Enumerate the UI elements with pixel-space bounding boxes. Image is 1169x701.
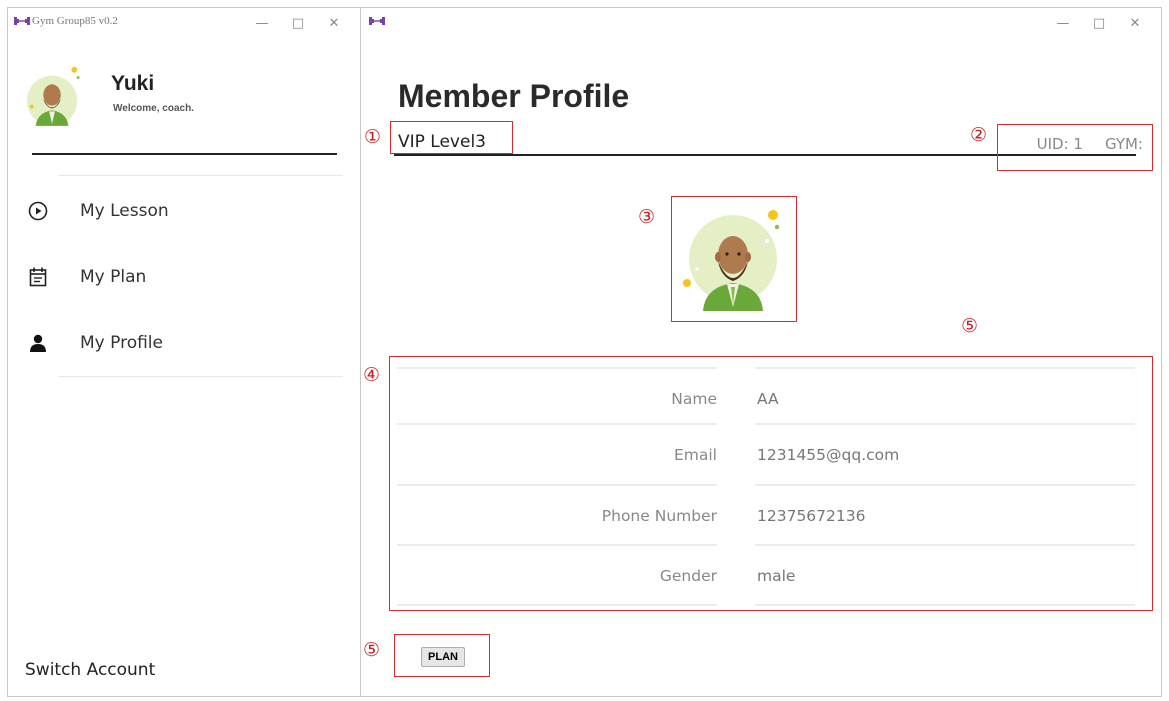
person-icon [26,331,50,355]
menu-item-label: My Profile [80,333,163,353]
menu-item-label: My Lesson [80,201,169,221]
menu-item-my-lesson[interactable]: My Lesson [22,189,342,233]
gym-label: GYM: [1104,135,1143,153]
row-divider [397,423,717,425]
header-divider [394,154,1136,156]
switch-account-link[interactable]: Switch Account [25,660,155,680]
row-divider [397,484,717,486]
minimize-button[interactable]: — [1045,12,1081,34]
menu-item-label: My Plan [80,267,147,287]
annotation-number-5b: ⑤ [363,639,381,661]
user-name: Yuki [111,72,155,95]
plan-button[interactable]: PLAN [413,640,473,674]
annotation-number-1: ① [364,126,382,148]
field-label: Email [673,446,717,464]
header-divider [32,153,337,155]
close-button[interactable]: ✕ [316,12,352,34]
field-label: Name [671,390,717,408]
vip-level-label: VIP Level3 [398,132,486,152]
annotation-number-3: ③ [638,206,656,228]
info-row-name: Name AA [397,367,1137,427]
maximize-button[interactable]: □ [1081,12,1117,34]
user-avatar [26,66,80,126]
menu-divider-bottom [58,376,343,377]
profile-avatar [683,210,780,311]
annotation-number-5: ⑤ [961,315,979,337]
row-divider [755,423,1135,425]
sidebar-window: Gym Group85 v0.2 — □ ✕ Yuki Welcome, coa… [7,7,360,697]
maximize-button[interactable]: □ [280,12,316,34]
info-row-gender: Gender male [397,544,1137,604]
info-row-phone: Phone Number 12375672136 [397,484,1137,544]
field-value: male [757,567,796,585]
row-divider [755,367,1135,369]
close-button[interactable]: ✕ [1117,12,1153,34]
menu-item-my-plan[interactable]: My Plan [22,255,342,299]
uid-gym-info: UID: 1 GYM: [1037,135,1143,153]
row-divider [755,484,1135,486]
row-divider [755,544,1135,546]
annotation-number-4: ④ [363,364,381,386]
minimize-button[interactable]: — [244,12,280,34]
row-divider [397,544,717,546]
profile-window: — □ ✕ Member Profile VIP Level3 UID: 1 G… [360,7,1162,697]
dumbbell-app-icon [369,17,385,25]
profile-titlebar: — □ ✕ [361,8,1161,38]
field-value: 12375672136 [757,507,866,525]
field-label: Phone Number [601,507,717,525]
window-controls: — □ ✕ [244,12,352,34]
row-divider [755,604,1135,606]
welcome-text: Welcome, coach. [113,103,194,114]
info-row-end [397,604,1137,608]
sidebar-titlebar: Gym Group85 v0.2 — □ ✕ [8,8,360,38]
plan-button-label: PLAN [421,647,465,667]
annotation-number-2: ② [970,124,988,146]
play-circle-icon [26,199,50,223]
menu-divider-top [58,175,343,176]
field-value: 1231455@qq.com [757,446,900,464]
window-controls: — □ ✕ [1045,12,1153,34]
row-divider [397,367,717,369]
row-divider [397,604,717,606]
app-title: Gym Group85 v0.2 [32,15,118,27]
uid-label: UID: 1 [1036,135,1083,153]
field-value: AA [757,390,779,408]
menu-item-my-profile[interactable]: My Profile [22,321,342,365]
page-title: Member Profile [398,78,630,114]
dumbbell-app-icon [14,17,30,25]
info-row-email: Email 1231455@qq.com [397,423,1137,483]
calendar-icon [26,265,50,289]
field-label: Gender [659,567,717,585]
